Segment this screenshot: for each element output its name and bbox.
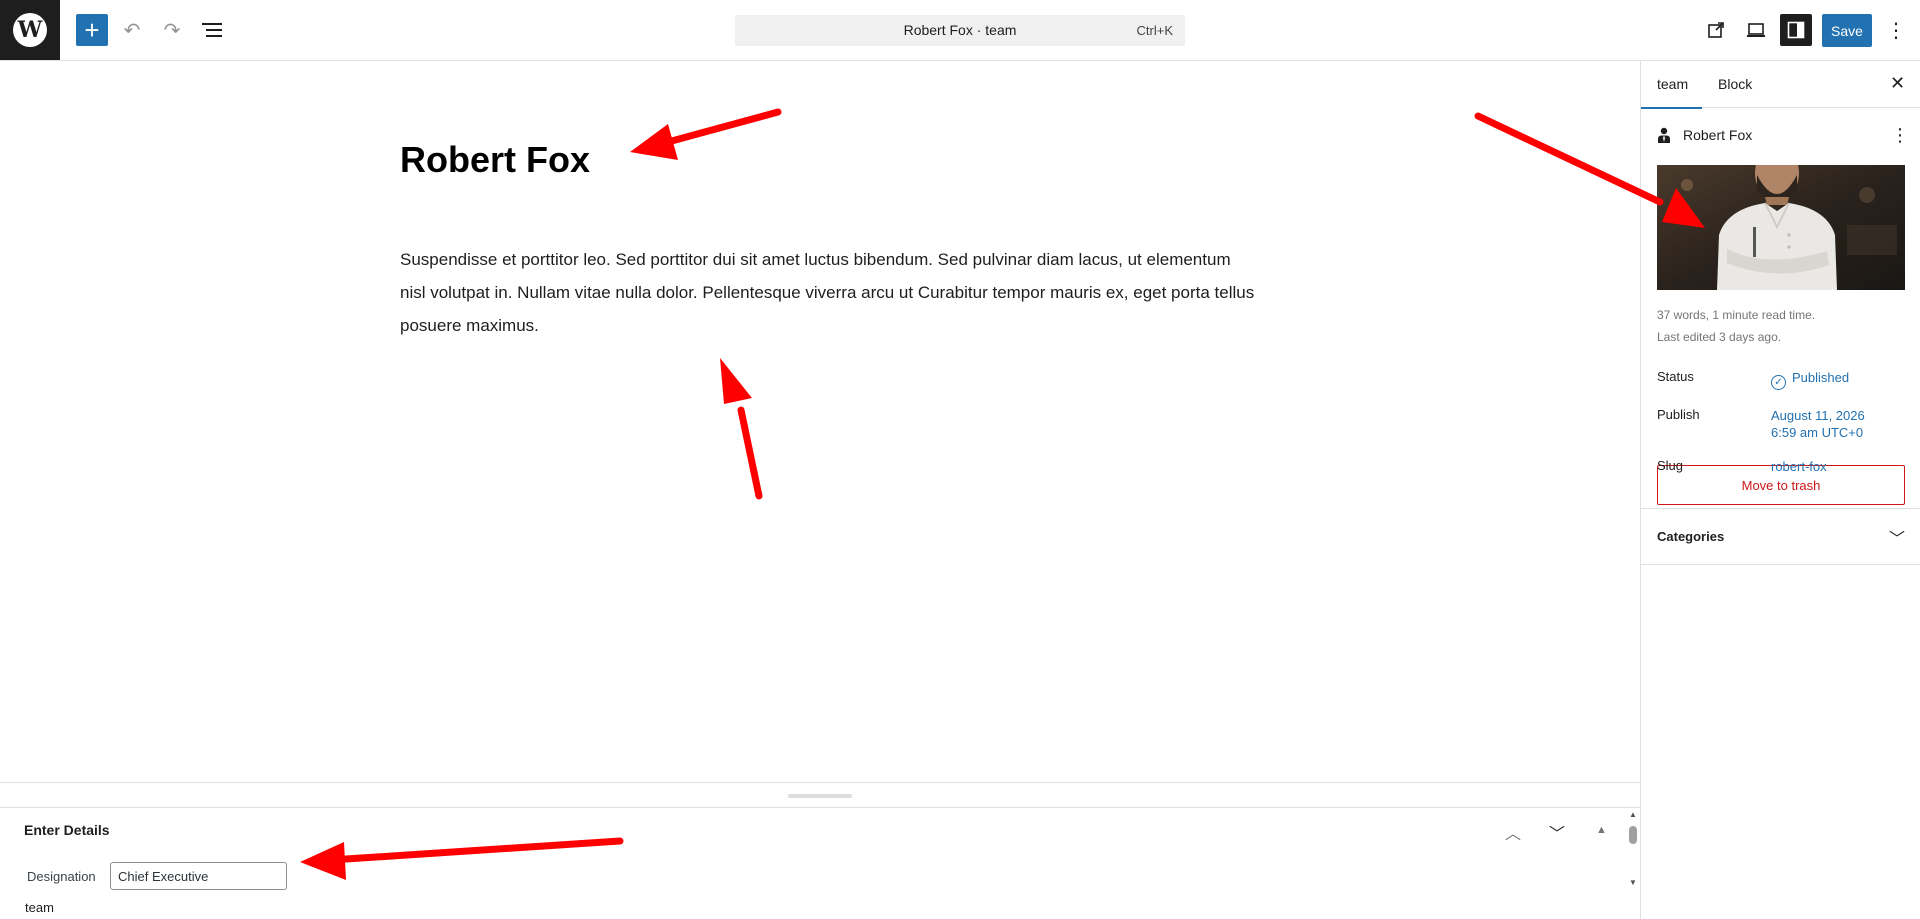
featured-image[interactable] bbox=[1657, 165, 1905, 290]
status-value-button[interactable]: ✓ Published bbox=[1771, 369, 1849, 390]
post-paragraph[interactable]: Suspendisse et porttitor leo. Sed portti… bbox=[400, 243, 1260, 342]
view-post-button[interactable] bbox=[1700, 14, 1732, 46]
post-summary-panel: Robert Fox ⋮ 37 words, 1 minute read tim… bbox=[1641, 109, 1920, 509]
post-title[interactable]: Robert Fox bbox=[400, 139, 590, 181]
scroll-thumb[interactable] bbox=[1629, 826, 1637, 844]
tab-team[interactable]: team bbox=[1640, 76, 1703, 109]
list-view-button[interactable] bbox=[196, 14, 228, 46]
save-button[interactable]: Save bbox=[1822, 14, 1872, 47]
post-actions-button[interactable]: ⋮ bbox=[1891, 125, 1909, 146]
person-icon bbox=[1658, 127, 1670, 143]
post-summary-name: Robert Fox bbox=[1683, 127, 1753, 143]
status-label: Status bbox=[1657, 369, 1694, 384]
check-circle-icon: ✓ bbox=[1771, 375, 1786, 390]
more-vertical-icon: ⋮ bbox=[1886, 19, 1906, 42]
resize-grip[interactable] bbox=[788, 794, 852, 798]
add-block-button[interactable]: + bbox=[76, 14, 108, 46]
metabox-scrollbar[interactable]: ▲ ▼ bbox=[1627, 810, 1639, 896]
designation-input[interactable] bbox=[110, 862, 287, 890]
toggle-panel-button[interactable]: ▲ bbox=[1596, 824, 1607, 836]
caret-up-icon: ▲ bbox=[1596, 824, 1607, 836]
settings-sidebar-toggle[interactable] bbox=[1780, 14, 1812, 46]
publish-date: August 11, 2026 bbox=[1771, 408, 1865, 423]
command-palette-button[interactable]: Robert Fox · team Ctrl+K bbox=[735, 15, 1185, 46]
scroll-down-icon[interactable]: ▼ bbox=[1629, 878, 1637, 887]
wordpress-logo-button[interactable]: W bbox=[0, 0, 60, 60]
metabox-resize-handle[interactable] bbox=[0, 782, 1640, 808]
undo-icon: ↶ bbox=[123, 19, 141, 42]
plus-icon: + bbox=[84, 14, 100, 45]
categories-panel-toggle[interactable]: Categories ﹀ bbox=[1641, 509, 1920, 565]
publish-date-button[interactable]: August 11, 2026 6:59 am UTC+0 bbox=[1771, 407, 1865, 441]
slug-label: Slug bbox=[1657, 458, 1684, 473]
post-summary-header: Robert Fox bbox=[1657, 127, 1752, 143]
command-title: Robert Fox · team bbox=[903, 22, 1017, 38]
metabox-title: Enter Details bbox=[24, 822, 110, 838]
redo-icon: ↷ bbox=[163, 19, 181, 42]
sidebar-tabs: team Block ✕ bbox=[1640, 61, 1920, 109]
wordpress-logo-icon: W bbox=[13, 13, 47, 47]
chevron-down-icon: ﹀ bbox=[1889, 531, 1906, 548]
slug-value-button[interactable]: robert-fox bbox=[1771, 458, 1827, 475]
designation-label: Designation bbox=[27, 869, 96, 884]
settings-sidebar: team Block ✕ Robert Fox ⋮ 37 words, 1 mi… bbox=[1640, 61, 1920, 919]
device-preview-button[interactable] bbox=[1740, 14, 1772, 46]
tab-block[interactable]: Block bbox=[1718, 76, 1752, 92]
external-view-icon bbox=[1708, 22, 1724, 38]
device-preview-icon bbox=[1747, 23, 1765, 37]
undo-button[interactable]: ↶ bbox=[116, 14, 148, 46]
settings-sidebar-icon bbox=[1787, 21, 1805, 39]
status-value: Published bbox=[1792, 370, 1850, 385]
close-sidebar-button[interactable]: ✕ bbox=[1890, 73, 1905, 94]
move-up-button[interactable]: ︿ bbox=[1505, 820, 1521, 844]
post-stats: 37 words, 1 minute read time. Last edite… bbox=[1657, 304, 1815, 348]
word-count-text: 37 words, 1 minute read time. bbox=[1657, 308, 1816, 322]
featured-image-photo bbox=[1657, 165, 1905, 290]
editor-canvas[interactable]: Robert Fox Suspendisse et porttitor leo.… bbox=[0, 61, 1640, 781]
options-menu-button[interactable]: ⋮ bbox=[1880, 14, 1912, 46]
more-vertical-icon: ⋮ bbox=[1891, 125, 1909, 145]
close-icon: ✕ bbox=[1890, 73, 1906, 93]
last-edited-text: Last edited 3 days ago. bbox=[1657, 330, 1782, 344]
chevron-up-icon: ︿ bbox=[1505, 826, 1522, 843]
enter-details-metabox: Enter Details ︿ ﹀ ▲ Designation bbox=[0, 808, 1640, 919]
command-shortcut: Ctrl+K bbox=[1136, 23, 1173, 38]
scroll-up-icon[interactable]: ▲ bbox=[1629, 810, 1637, 819]
footer-breadcrumb[interactable]: team bbox=[25, 900, 54, 915]
publish-time: 6:59 am UTC+0 bbox=[1771, 425, 1864, 440]
move-down-button[interactable]: ﹀ bbox=[1549, 820, 1565, 844]
publish-label: Publish bbox=[1657, 407, 1700, 422]
editor-top-toolbar: W + ↶ ↷ Robert Fox · team Ctrl+K Save ⋮ bbox=[0, 0, 1920, 61]
categories-label: Categories bbox=[1657, 529, 1725, 544]
list-view-icon bbox=[202, 23, 222, 37]
redo-button[interactable]: ↷ bbox=[156, 14, 188, 46]
chevron-down-icon: ﹀ bbox=[1549, 826, 1566, 843]
